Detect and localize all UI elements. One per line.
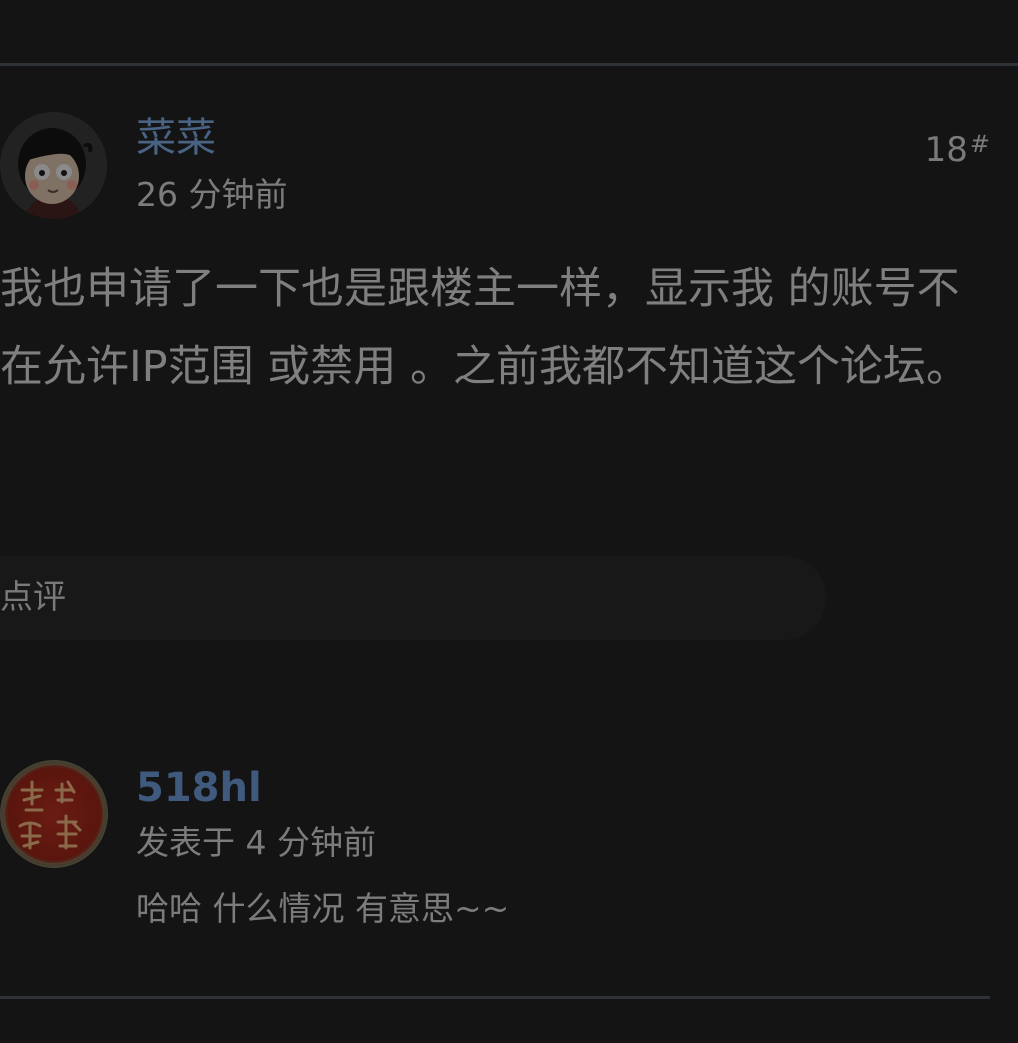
comment-bar[interactable] [0,556,826,640]
reply-timestamp: 发表于 4 分钟前 [136,823,376,862]
seal-stamp-avatar-icon [0,760,108,868]
comment-button[interactable]: 点评 [0,572,66,622]
thread-page: 菜菜 26 分钟前 18# 我也申请了一下也是跟楼主一样，显示我 的账号不在允许… [0,0,1018,1043]
post-body: 我也申请了一下也是跟楼主一样，显示我 的账号不在允许IP范围 或禁用 。之前我都… [0,264,969,392]
cartoon-avatar-icon [0,112,107,219]
floor-number-value: 18 [924,130,968,170]
reply-author-avatar[interactable] [0,760,108,868]
reply-author-name[interactable]: 518hl [136,763,262,813]
post-timestamp: 26 分钟前 [136,175,288,214]
floor-number-mark: # [969,130,990,158]
bottom-divider [0,996,990,999]
post-author-name[interactable]: 菜菜 [136,112,216,164]
post-author-avatar[interactable] [0,112,107,219]
reply-text: 哈哈 什么情况 有意思~~ [136,889,510,928]
top-divider [0,63,1018,66]
floor-number: 18# [925,124,990,176]
